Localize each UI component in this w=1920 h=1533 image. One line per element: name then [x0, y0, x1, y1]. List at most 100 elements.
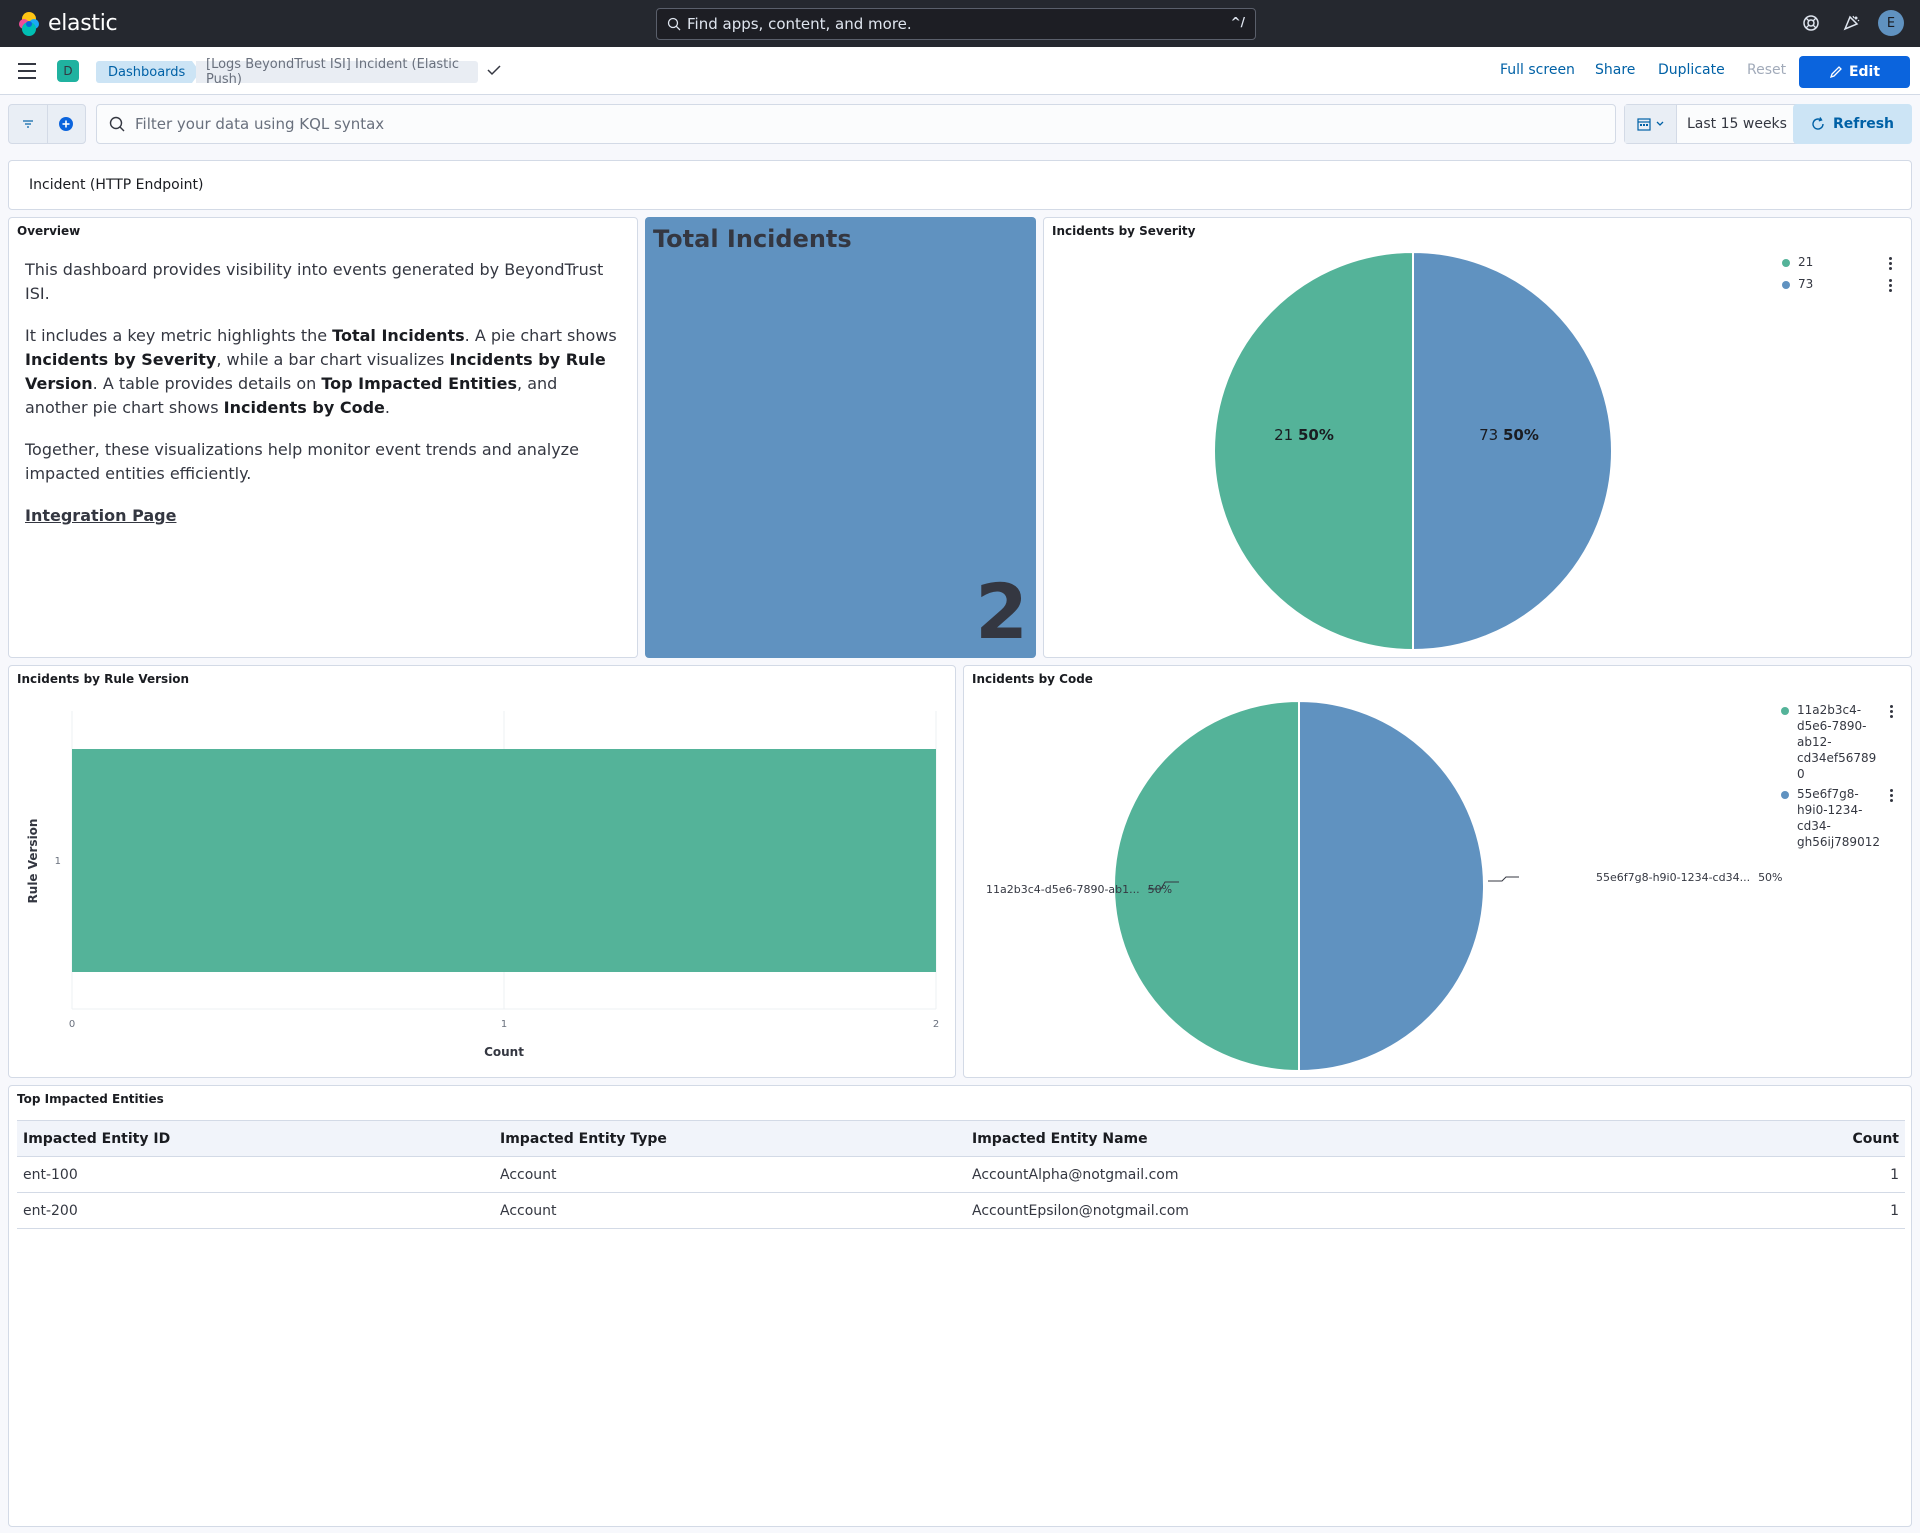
x-tick-label: 2	[933, 1019, 939, 1030]
elastic-logo[interactable]: elastic	[16, 11, 118, 37]
section-title-panel: Incident (HTTP Endpoint)	[8, 160, 1912, 210]
kql-placeholder: Filter your data using KQL syntax	[135, 115, 385, 133]
refresh-button[interactable]: Refresh	[1793, 104, 1912, 144]
callout-line	[1488, 876, 1519, 882]
search-icon	[667, 17, 681, 31]
kql-search-input[interactable]: Filter your data using KQL syntax	[96, 104, 1616, 144]
global-search-input[interactable]: Find apps, content, and more. ^/	[656, 8, 1256, 40]
menu-icon[interactable]	[18, 63, 36, 79]
legend-line: ab12-	[1797, 735, 1832, 749]
legend-actions-icon[interactable]	[1889, 257, 1892, 272]
query-bar: Filter your data using KQL syntax Last 1…	[8, 104, 1912, 144]
overview-text: This dashboard provides visibility into …	[25, 258, 621, 546]
rule-bar-svg: 1 0 1 2 Count Rule Version	[26, 711, 939, 1059]
text-run: . A table provides details on	[92, 374, 322, 393]
legend-line: 11a2b3c4-	[1797, 703, 1862, 717]
pie-slice-21[interactable]	[1213, 250, 1414, 652]
legend-line: h9i0-1234-	[1797, 803, 1863, 817]
pie-slice-73[interactable]	[1412, 250, 1613, 652]
breadcrumb-dashboards[interactable]: Dashboards	[96, 61, 200, 83]
table-row: ent-100 Account AccountAlpha@notgmail.co…	[17, 1156, 1905, 1193]
code-pie-svg: 11a2b3c4-d5e6-7890-ab1... 50% 55e6f7g8-h9…	[986, 699, 1783, 1073]
pie-slice-code-1[interactable]	[1113, 699, 1300, 1073]
table-cell: 1	[1785, 1156, 1905, 1193]
user-avatar[interactable]: E	[1878, 10, 1904, 36]
elastic-logo-icon	[19, 11, 39, 36]
x-axis-title: Count	[484, 1045, 524, 1059]
text-run: . A pie chart shows	[464, 326, 617, 345]
filter-menu-button[interactable]	[9, 105, 47, 143]
legend-color-dot	[1782, 259, 1790, 267]
entities-title: Top Impacted Entities	[17, 1092, 164, 1106]
x-tick-label: 0	[69, 1019, 75, 1030]
legend-item-code-2[interactable]: 55e6f7g8- h9i0-1234- cd34- gh56ij789012	[1781, 786, 1880, 850]
x-tick-label: 1	[501, 1019, 507, 1030]
legend-item-21[interactable]: 21	[1782, 254, 1813, 270]
entities-table: Impacted Entity ID Impacted Entity Type …	[17, 1120, 1905, 1229]
reset-link[interactable]: Reset	[1747, 62, 1786, 78]
space-avatar[interactable]: D	[57, 60, 79, 82]
legend-actions-icon[interactable]	[1889, 279, 1892, 294]
refresh-button-label: Refresh	[1832, 116, 1895, 132]
text-run: .	[384, 398, 390, 417]
duplicate-link[interactable]: Duplicate	[1658, 62, 1725, 78]
legend-color-dot	[1782, 281, 1790, 289]
slice-label-21: 21 50%	[1274, 426, 1334, 444]
table-cell: ent-100	[17, 1156, 494, 1193]
bold-run: Incidents by Code	[223, 398, 385, 417]
edit-button[interactable]: Edit	[1799, 56, 1910, 88]
quick-select-button[interactable]	[1625, 105, 1677, 143]
code-chart-panel: Incidents by Code 11a2b3c4-d5e6-7890-ab1…	[963, 665, 1912, 1078]
column-header[interactable]: Impacted Entity Name	[966, 1120, 1785, 1157]
table-header-row: Impacted Entity ID Impacted Entity Type …	[17, 1120, 1905, 1157]
bold-run: Incidents by Severity	[25, 350, 217, 369]
legend-item-73[interactable]: 73	[1782, 276, 1813, 292]
help-icon[interactable]	[1800, 12, 1822, 34]
overview-title: Overview	[17, 224, 81, 238]
calendar-icon	[1636, 118, 1651, 131]
pie-slice-code-2[interactable]	[1298, 699, 1485, 1073]
legend-label: 11a2b3c4- d5e6-7890- ab12- cd34ef56789 0	[1781, 702, 1876, 782]
search-icon	[109, 116, 125, 132]
text-run: , while a bar chart visualizes	[216, 350, 450, 369]
edit-button-label: Edit	[1848, 64, 1881, 80]
y-tick-label: 1	[55, 856, 61, 867]
legend-color-dot	[1781, 791, 1789, 799]
total-incidents-metric: Total Incidents 2	[645, 217, 1036, 658]
legend-actions-icon[interactable]	[1890, 705, 1893, 720]
overview-paragraph-3: Together, these visualizations help moni…	[25, 440, 579, 483]
column-header[interactable]: Count	[1785, 1120, 1905, 1157]
column-header[interactable]: Impacted Entity ID	[17, 1120, 494, 1157]
global-header: elastic Find apps, content, and more. ^/…	[0, 0, 1920, 47]
overview-paragraph-2: It includes a key metric highlights the …	[25, 324, 621, 420]
integration-page-link[interactable]: Integration Page	[25, 506, 176, 525]
date-picker[interactable]: Last 15 weeks	[1624, 104, 1802, 144]
add-filter-button[interactable]	[46, 105, 85, 143]
table-cell: Account	[494, 1156, 966, 1193]
table-cell: Account	[494, 1192, 966, 1229]
slice-label-73: 73 50%	[1479, 426, 1539, 444]
legend-line: d5e6-7890-	[1797, 719, 1867, 733]
entities-panel: Top Impacted Entities Impacted Entity ID…	[8, 1085, 1912, 1527]
app-header: D Dashboards [Logs BeyondTrust ISI] Inci…	[0, 47, 1920, 95]
legend-item-code-1[interactable]: 11a2b3c4- d5e6-7890- ab12- cd34ef56789 0	[1781, 702, 1876, 782]
time-range-label[interactable]: Last 15 weeks	[1677, 116, 1787, 132]
legend-line: 55e6f7g8-	[1797, 787, 1859, 801]
overview-panel: Overview This dashboard provides visibil…	[8, 217, 638, 658]
share-link[interactable]: Share	[1595, 62, 1635, 78]
refresh-icon	[1812, 117, 1824, 130]
section-title: Incident (HTTP Endpoint)	[29, 177, 204, 193]
filter-controls	[8, 104, 86, 144]
bar-rule-version-1[interactable]	[72, 749, 936, 972]
bold-run: Total Incidents	[332, 326, 465, 345]
severity-chart-panel: Incidents by Severity 21 50% 73 50% 21 7…	[1043, 217, 1912, 658]
bold-run: Top Impacted Entities	[321, 374, 518, 393]
news-feed-icon[interactable]	[1840, 12, 1862, 34]
y-axis-title: Rule Version	[26, 819, 40, 904]
full-screen-link[interactable]: Full screen	[1500, 62, 1575, 78]
overview-paragraph-1: This dashboard provides visibility into …	[25, 260, 604, 303]
column-header[interactable]: Impacted Entity Type	[494, 1120, 966, 1157]
legend-actions-icon[interactable]	[1890, 789, 1893, 804]
table-cell: AccountEpsilon@notgmail.com	[966, 1192, 1785, 1229]
metric-value: 2	[975, 567, 1028, 656]
